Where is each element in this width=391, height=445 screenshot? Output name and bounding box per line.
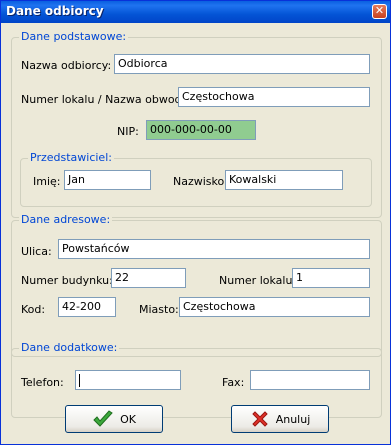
checkmark-icon — [93, 410, 113, 427]
nip-label: NIP: — [117, 125, 139, 138]
last-name-field[interactable]: Kowalski — [225, 170, 343, 190]
window-title: Dane odbiorcy — [6, 4, 104, 18]
city-field[interactable]: Częstochowa — [179, 297, 370, 317]
premises-label: Numer lokalu / Nazwa obwodu: — [21, 93, 193, 106]
representative-group: Przedstawiciel: Imię: Jan Nazwisko: Kowa… — [20, 151, 372, 207]
postcode-field[interactable]: 42-200 — [58, 297, 116, 317]
representative-legend: Przedstawiciel: — [28, 151, 114, 164]
dialog-window: Dane odbiorcy ✕ Dane podstawowe: Nazwa o… — [0, 0, 391, 445]
building-number-label: Numer budynku: — [21, 274, 113, 287]
cancel-button[interactable]: Anuluj — [231, 405, 329, 433]
last-name-label: Nazwisko: — [173, 175, 228, 188]
text-caret — [79, 373, 80, 387]
postcode-label: Kod: — [21, 303, 46, 316]
nip-field[interactable]: 000-000-00-00 — [146, 120, 256, 140]
title-bar[interactable]: Dane odbiorcy ✕ — [1, 1, 390, 23]
phone-label: Telefon: — [21, 376, 64, 389]
apartment-number-label: Numer lokalu: — [219, 274, 297, 287]
street-label: Ulica: — [21, 245, 52, 258]
first-name-field[interactable]: Jan — [64, 170, 151, 190]
additional-legend: Dane dodatkowe: — [19, 341, 120, 354]
fax-field[interactable] — [250, 370, 370, 390]
basic-data-legend: Dane podstawowe: — [19, 30, 129, 43]
customer-name-field[interactable]: Odbiorca — [114, 54, 370, 74]
cross-icon — [252, 411, 268, 427]
close-button[interactable]: ✕ — [372, 4, 387, 19]
city-label: Miasto: — [139, 303, 179, 316]
dialog-body: Dane podstawowe: Nazwa odbiorcy: Odbiorc… — [4, 23, 387, 442]
close-icon: ✕ — [374, 4, 385, 17]
building-number-field[interactable]: 22 — [111, 268, 186, 288]
phone-field[interactable] — [75, 370, 181, 390]
address-group: Dane adresowe: Ulica: Powstańców Numer b… — [11, 213, 382, 357]
ok-label: OK — [120, 412, 136, 426]
street-field[interactable]: Powstańców — [58, 239, 370, 259]
ok-button[interactable]: OK — [65, 405, 163, 433]
cancel-label: Anuluj — [275, 412, 311, 426]
premises-field[interactable]: Częstochowa — [178, 87, 370, 107]
basic-data-group: Dane podstawowe: Nazwa odbiorcy: Odbiorc… — [11, 30, 382, 218]
fax-label: Fax: — [222, 376, 245, 389]
address-legend: Dane adresowe: — [19, 213, 113, 226]
customer-name-label: Nazwa odbiorcy: — [21, 59, 112, 72]
first-name-label: Imię: — [33, 175, 61, 188]
apartment-number-field[interactable]: 1 — [292, 268, 370, 288]
